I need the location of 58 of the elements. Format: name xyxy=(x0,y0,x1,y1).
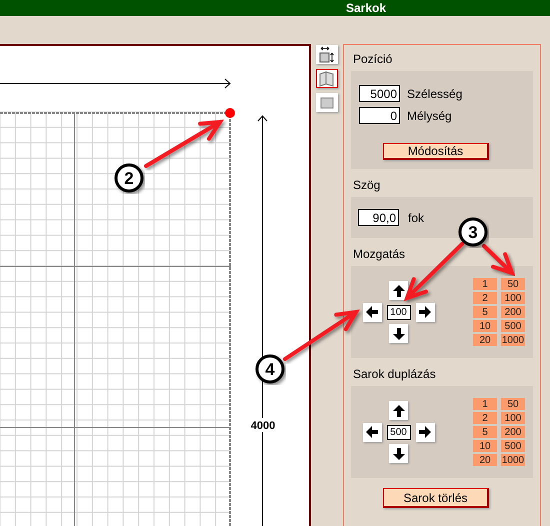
step-button[interactable]: 500 xyxy=(501,440,525,452)
arrow-down-button[interactable] xyxy=(389,324,408,343)
arrow-down-icon xyxy=(392,446,406,460)
number-field[interactable]: 5000 xyxy=(359,85,400,102)
callout-badge: 3 xyxy=(458,218,488,246)
step-button[interactable]: 500 xyxy=(501,320,525,332)
step-button[interactable]: 5 xyxy=(473,426,497,438)
angle-field[interactable]: 90,0 xyxy=(358,209,399,226)
modify-button[interactable]: Módosítás xyxy=(383,143,489,160)
step-button[interactable]: 200 xyxy=(501,426,525,438)
arrow-left-button[interactable] xyxy=(362,302,382,322)
group-title: Pozíció xyxy=(353,52,394,66)
arrow-right-button[interactable] xyxy=(416,302,434,322)
window-title: Sarkok xyxy=(346,1,386,15)
annotation-arrow xyxy=(482,244,516,276)
step-button[interactable]: 200 xyxy=(501,306,525,318)
arrow-down-button[interactable] xyxy=(389,444,408,463)
step-button[interactable]: 10 xyxy=(473,320,497,332)
group-title: Mozgatás xyxy=(353,247,406,261)
step-button[interactable]: 1 xyxy=(473,398,497,410)
arrow-up-button[interactable] xyxy=(389,401,408,420)
step-button[interactable]: 10 xyxy=(473,440,497,452)
annotation-arrow xyxy=(404,242,464,302)
step-button[interactable]: 2 xyxy=(473,292,497,304)
arrow-right-button[interactable] xyxy=(416,422,434,442)
step-button[interactable]: 2 xyxy=(473,412,497,424)
step-button[interactable]: 1000 xyxy=(501,454,525,466)
step-field[interactable]: 500 xyxy=(386,424,410,440)
step-button[interactable]: 1000 xyxy=(501,334,525,346)
field-label: Mélység xyxy=(407,108,452,122)
unit-label: fok xyxy=(408,210,424,224)
arrow-up-button[interactable] xyxy=(389,281,408,300)
step-field[interactable]: 100 xyxy=(386,304,410,320)
step-button[interactable]: 1 xyxy=(473,278,497,290)
arrow-right-icon xyxy=(418,305,432,319)
arrow-left-icon xyxy=(365,305,379,319)
step-button[interactable]: 50 xyxy=(501,398,525,410)
step-button[interactable]: 5 xyxy=(473,306,497,318)
step-button[interactable]: 100 xyxy=(501,412,525,424)
dimension-label: 4000 xyxy=(250,420,276,432)
arrow-right-icon xyxy=(418,425,432,439)
arrow-left-button[interactable] xyxy=(362,422,382,442)
arrow-down-icon xyxy=(392,326,406,340)
step-button[interactable]: 20 xyxy=(473,334,497,346)
arrow-left-icon xyxy=(365,425,379,439)
number-field[interactable]: 0 xyxy=(359,107,400,124)
arrow-up-icon xyxy=(392,404,406,418)
corner-tool-icon xyxy=(318,70,336,88)
delete-corner-button[interactable]: Sarok törlés xyxy=(383,488,489,508)
group-title: Sarok duplázás xyxy=(353,367,437,381)
corner-handle[interactable] xyxy=(225,108,235,118)
field-label: Szélesség xyxy=(407,86,462,100)
step-button[interactable]: 100 xyxy=(501,292,525,304)
step-button[interactable]: 20 xyxy=(473,454,497,466)
arrow-up-icon xyxy=(392,284,406,298)
group-title: Szög xyxy=(353,178,382,192)
step-button[interactable]: 50 xyxy=(501,278,525,290)
resize-tool-icon xyxy=(318,46,336,64)
